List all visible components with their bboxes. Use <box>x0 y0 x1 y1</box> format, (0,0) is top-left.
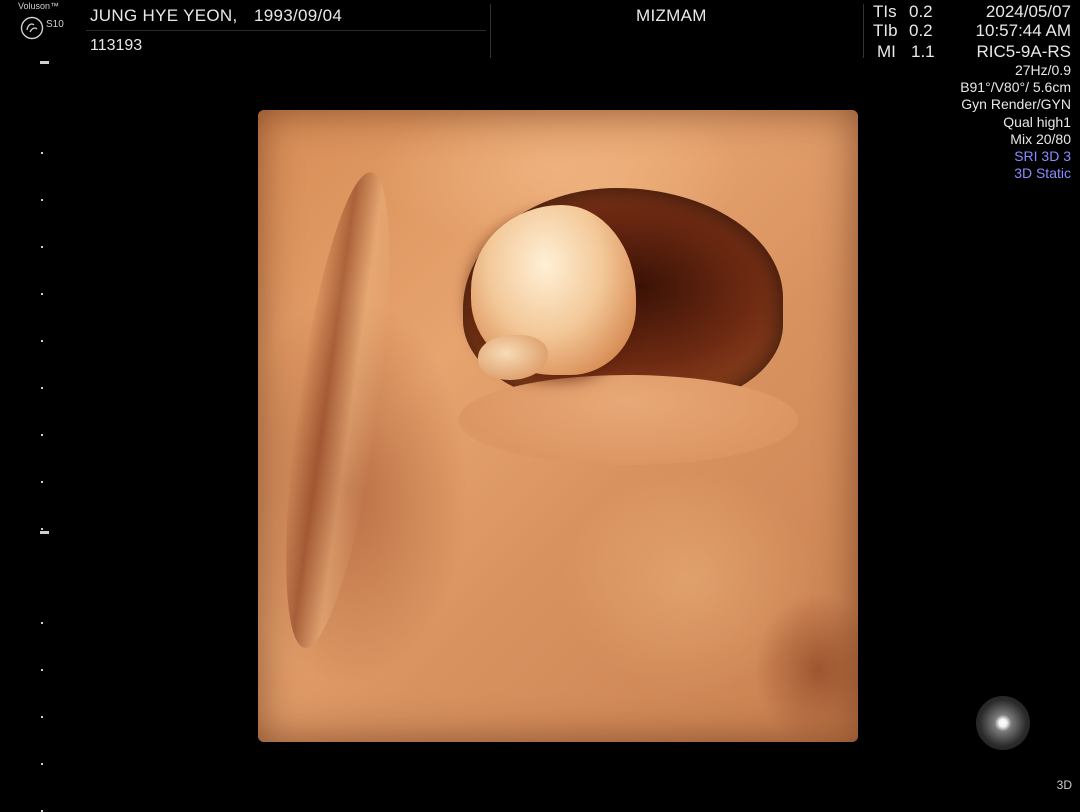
depth-tick <box>41 340 43 342</box>
frame-rate: 27Hz/0.9 <box>1014 62 1071 78</box>
mix-setting: Mix 20/80 <box>1010 131 1071 147</box>
render-mode: Gyn Render/GYN <box>961 96 1071 112</box>
header-divider <box>86 30 486 31</box>
tib-value: 0.2 <box>909 21 933 40</box>
depth-tick <box>41 246 43 248</box>
mode-label: 3D <box>1056 778 1072 792</box>
depth-tick <box>41 199 43 201</box>
mi-value: 1.1 <box>911 42 935 61</box>
model-label: S10 <box>46 19 64 30</box>
depth-tick <box>41 763 43 765</box>
tis-value: 0.2 <box>909 2 933 21</box>
quality-setting: Qual high1 <box>1003 114 1071 130</box>
depth-tick <box>41 481 43 483</box>
depth-tick <box>41 716 43 718</box>
patient-id: 113193 <box>90 37 143 54</box>
gestational-sac-shape <box>463 188 783 408</box>
depth-scale <box>38 55 52 812</box>
depth-tick <box>41 152 43 154</box>
mi-label: MI <box>877 42 896 61</box>
hospital-name: MIZMAM <box>636 6 707 25</box>
tib-label: TIb <box>873 21 898 40</box>
depth-tick <box>41 622 43 624</box>
tis-label: TIs <box>873 2 897 21</box>
depth-tick <box>41 387 43 389</box>
depth-tick-major <box>40 531 49 534</box>
header-divider <box>863 4 864 58</box>
depth-tick <box>41 528 43 530</box>
depth-tick <box>41 669 43 671</box>
exam-date: 2024/05/07 <box>985 2 1071 21</box>
sac-floor-shape <box>458 375 798 465</box>
ge-logo-icon <box>20 16 44 40</box>
header-divider <box>490 4 491 58</box>
embryo-limb-shape <box>478 335 548 380</box>
sri-setting: SRI 3D 3 <box>1014 148 1071 164</box>
probe-name: RIC5-9A-RS <box>976 42 1071 61</box>
orientation-ball-icon[interactable] <box>976 696 1030 750</box>
brand-label: Voluson™ <box>18 1 60 11</box>
patient-dob: 1993/09/04 <box>254 6 343 25</box>
depth-tick-major <box>40 61 49 64</box>
embryo-shape <box>471 205 636 375</box>
volume-angle: B91°/V80°/ 5.6cm <box>960 79 1071 95</box>
patient-name: JUNG HYE YEON, <box>90 6 238 25</box>
render-view[interactable] <box>258 110 858 742</box>
exam-time: 10:57:44 AM <box>975 21 1071 40</box>
depth-tick <box>41 434 43 436</box>
acquisition-mode: 3D Static <box>1014 165 1071 181</box>
uterine-wall-shape <box>264 166 412 654</box>
depth-tick <box>41 293 43 295</box>
